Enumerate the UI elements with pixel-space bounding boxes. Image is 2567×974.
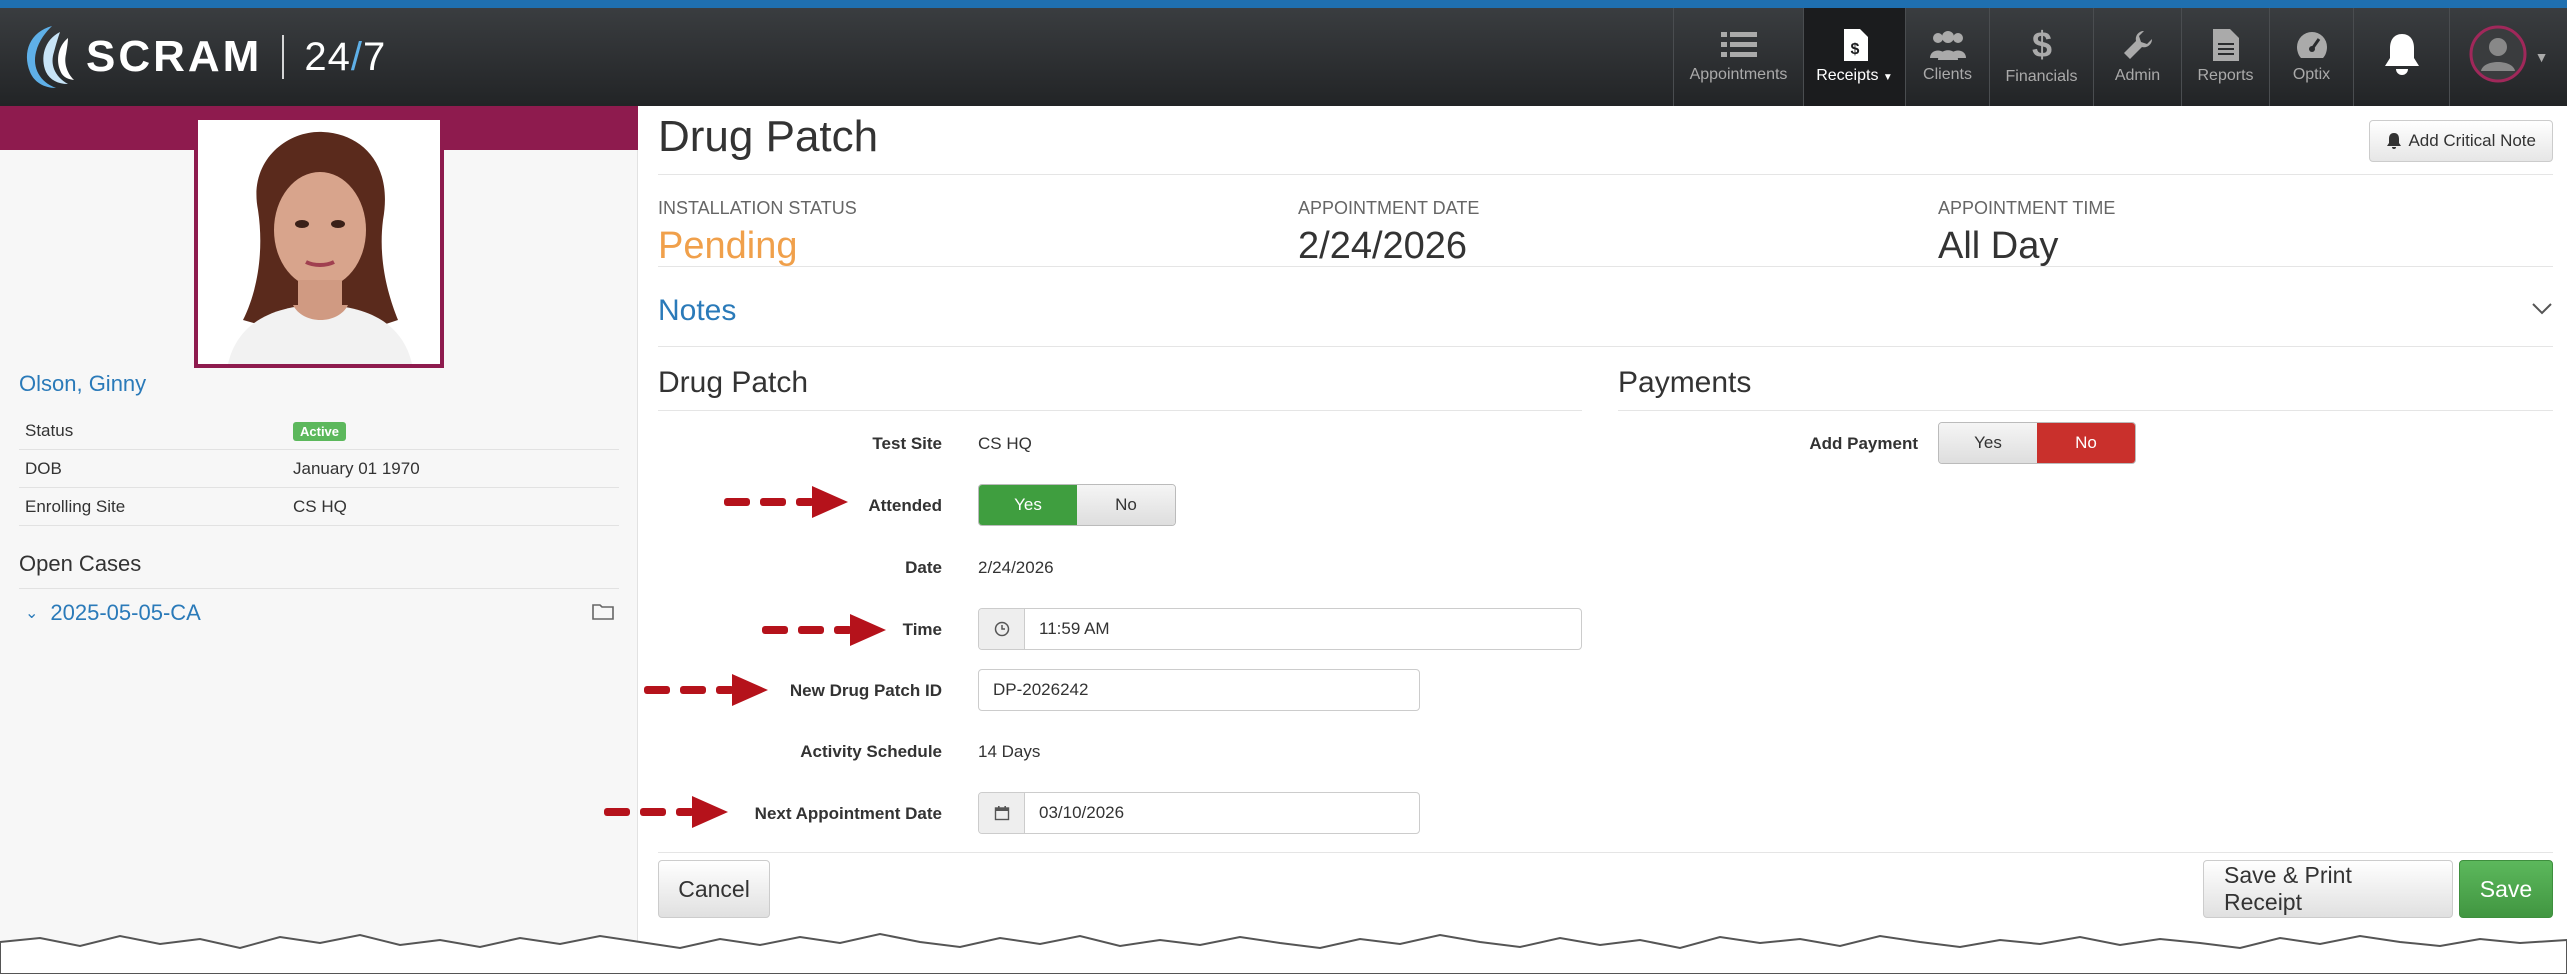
- client-name-link[interactable]: Olson, Ginny: [19, 371, 146, 397]
- drug-patch-section-title: Drug Patch: [658, 366, 809, 399]
- info-row-dob: DOB January 01 1970: [19, 450, 619, 488]
- user-menu[interactable]: ▼: [2449, 8, 2567, 106]
- info-row-enrolling-site: Enrolling Site CS HQ: [19, 488, 619, 526]
- notifications-button[interactable]: [2353, 8, 2449, 106]
- list-icon: [1720, 32, 1757, 57]
- scram-logo[interactable]: SCRAM 24/7: [16, 22, 386, 92]
- svg-text:$: $: [2031, 28, 2051, 62]
- nav-reports[interactable]: Reports: [2181, 8, 2269, 106]
- status-badge: Active: [293, 421, 347, 441]
- time-input[interactable]: 11:59 AM: [978, 608, 1582, 650]
- attended-yes-button[interactable]: Yes: [979, 485, 1077, 525]
- annotation-arrow-next-appointment-date: [604, 796, 728, 828]
- client-sidebar: Olson, Ginny Status Active DOB January 0…: [0, 106, 638, 974]
- save-button[interactable]: Save: [2459, 860, 2553, 918]
- nav-menu: Appointments $ Receipts ▼ Clients $ Fina…: [1673, 8, 2567, 106]
- chevron-down-icon[interactable]: [2531, 302, 2553, 316]
- next-appointment-date-input[interactable]: 03/10/2026: [978, 792, 1420, 834]
- user-avatar-icon: [2469, 25, 2527, 83]
- bell-icon: [2387, 133, 2402, 149]
- nav-appointments[interactable]: Appointments: [1673, 8, 1803, 106]
- nav-financials[interactable]: $ Financials: [1989, 8, 2093, 106]
- new-drug-patch-id-input[interactable]: DP-2026242: [978, 669, 1420, 711]
- brand-name: SCRAM: [86, 32, 263, 81]
- receipt-icon: $: [1843, 29, 1868, 61]
- calendar-icon: [979, 793, 1025, 833]
- nav-admin[interactable]: Admin: [2093, 8, 2181, 106]
- save-print-receipt-button[interactable]: Save & Print Receipt: [2203, 860, 2453, 918]
- dashboard-icon: [2296, 32, 2327, 58]
- appointment-time: APPOINTMENT TIME All Day: [1938, 198, 2116, 267]
- chevron-down-icon: ▼: [2534, 49, 2549, 65]
- client-info-table: Status Active DOB January 01 1970 Enroll…: [19, 412, 619, 526]
- divider: [658, 410, 1582, 411]
- document-icon: [2212, 29, 2239, 61]
- brand-247: 24/7: [304, 34, 387, 79]
- attended-toggle: Yes No: [978, 484, 1176, 526]
- chevron-down-icon: ⌄: [25, 605, 39, 622]
- bell-icon: [2384, 34, 2419, 75]
- divider: [19, 588, 619, 589]
- installation-status: INSTALLATION STATUS Pending: [658, 198, 857, 267]
- divider: [658, 266, 2553, 267]
- open-cases-title: Open Cases: [19, 551, 142, 576]
- payments-section-title: Payments: [1618, 366, 1752, 399]
- installation-status-value: Pending: [658, 225, 798, 267]
- page-title: Drug Patch: [658, 112, 879, 161]
- folder-icon[interactable]: [592, 602, 614, 620]
- date-value: 2/24/2026: [978, 558, 1054, 577]
- wrench-icon: [2123, 30, 2152, 59]
- divider: [658, 346, 2553, 347]
- client-photo: [194, 116, 444, 368]
- case-item[interactable]: ⌄ 2025-05-05-CA: [25, 600, 201, 626]
- info-row-status: Status Active: [19, 412, 619, 450]
- torn-edge-decoration: [0, 932, 2567, 974]
- scram-logo-icon: [26, 26, 74, 88]
- divider: [658, 174, 2553, 175]
- clock-icon: [979, 609, 1025, 649]
- divider: [1618, 410, 2553, 411]
- nav-optix[interactable]: Optix: [2269, 8, 2353, 106]
- add-critical-note-button[interactable]: Add Critical Note: [2369, 120, 2553, 162]
- divider: [658, 852, 2553, 853]
- activity-schedule-value: 14 Days: [978, 742, 1041, 761]
- test-site-value: CS HQ: [978, 434, 1032, 453]
- svg-text:$: $: [1850, 41, 1859, 58]
- add-payment-no-button[interactable]: No: [2037, 423, 2135, 463]
- nav-clients[interactable]: Clients: [1905, 8, 1989, 106]
- chevron-down-icon: ▼: [1882, 72, 1893, 83]
- top-navbar: SCRAM 24/7 Appointments $ Receipts ▼ Cli…: [0, 0, 2567, 106]
- cancel-button[interactable]: Cancel: [658, 860, 770, 918]
- dollar-icon: $: [2031, 28, 2051, 62]
- annotation-arrow-time: [762, 614, 886, 646]
- add-payment-yes-button[interactable]: Yes: [1939, 423, 2037, 463]
- nav-receipts[interactable]: $ Receipts ▼: [1803, 8, 1905, 106]
- annotation-arrow-new-drug-patch-id: [644, 674, 768, 706]
- notes-toggle[interactable]: Notes: [658, 294, 736, 328]
- attended-no-button[interactable]: No: [1077, 485, 1175, 525]
- users-icon: [1929, 31, 1966, 60]
- add-payment-toggle: Yes No: [1938, 422, 2136, 464]
- appointment-date: APPOINTMENT DATE 2/24/2026: [1298, 198, 1480, 267]
- annotation-arrow-attended: [724, 486, 848, 518]
- logo-separator: [282, 35, 285, 79]
